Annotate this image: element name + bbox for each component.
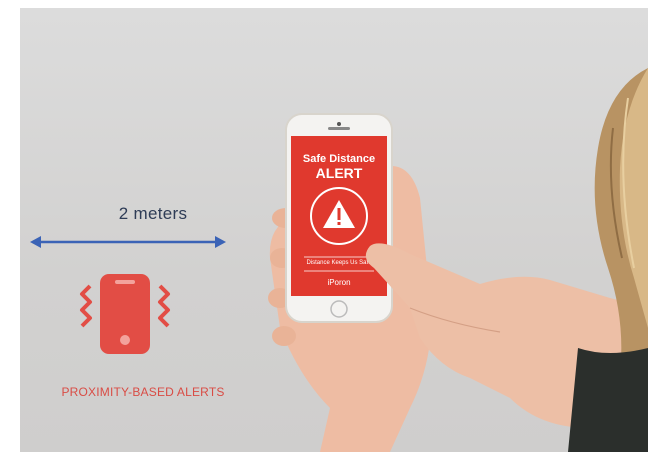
alert-title: Safe Distance: [302, 153, 376, 165]
distance-arrow-icon: [30, 236, 226, 248]
vibrating-phone-icon: [80, 274, 170, 354]
photo-scene: 2 meters PROXIMITY-BASED ALERTS Safe Dis…: [20, 8, 648, 452]
proximity-label: PROXIMITY-BASED ALERTS: [61, 385, 225, 399]
distance-label: 2 meters: [118, 204, 188, 223]
sleeve: [568, 348, 648, 452]
alert-title-alert: ALERT: [315, 165, 363, 181]
